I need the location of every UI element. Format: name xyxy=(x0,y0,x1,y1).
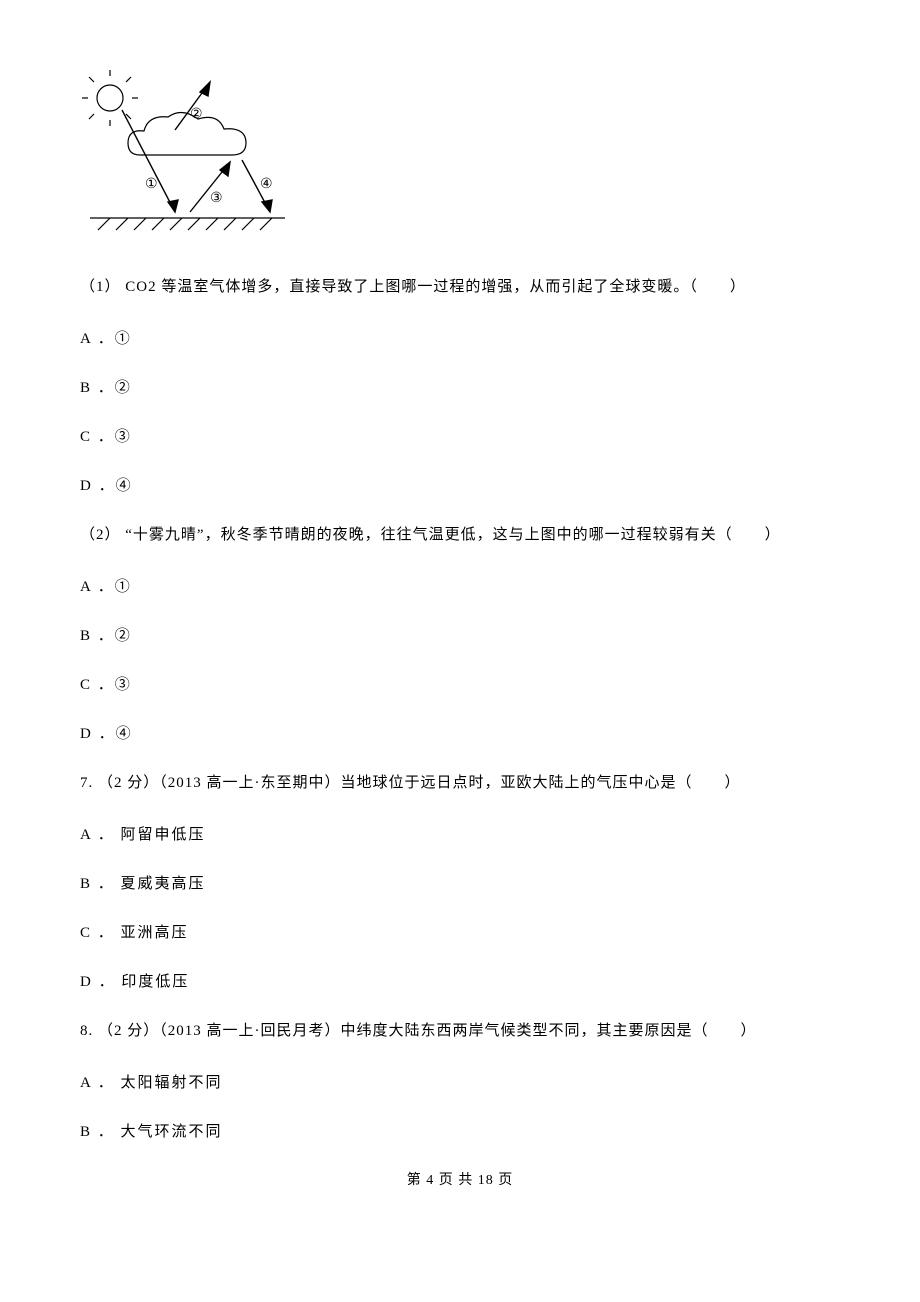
q7-opt-d: D ． 印度低压 xyxy=(80,970,840,991)
page-footer: 第 4 页 共 18 页 xyxy=(80,1169,840,1189)
radiation-diagram: ① ② ③ ④ xyxy=(80,70,840,245)
q1-opt-d: D ．④ xyxy=(80,474,840,495)
q2-opt-d: D ．④ xyxy=(80,722,840,743)
q1-opt-b: B ．② xyxy=(80,376,840,397)
q2-opt-b: B ．② xyxy=(80,624,840,645)
q1-opt-a: A ．① xyxy=(80,327,840,348)
q1-stem: （1） CO2 等温室气体增多，直接导致了上图哪一过程的增强，从而引起了全球变暖… xyxy=(80,275,840,299)
q2-opt-c: C ．③ xyxy=(80,673,840,694)
q8-stem: 8. （2 分）（2013 高一上·回民月考）中纬度大陆东西两岸气候类型不同，其… xyxy=(80,1019,840,1043)
q7-opt-b: B ． 夏威夷高压 xyxy=(80,872,840,893)
svg-text:②: ② xyxy=(190,107,203,122)
svg-text:④: ④ xyxy=(260,177,273,192)
page-content: ① ② ③ ④ （1） CO2 等温室气体增多，直接导致了上图哪一过程的增强，从… xyxy=(0,0,920,1219)
q7-opt-a: A ． 阿留申低压 xyxy=(80,823,840,844)
svg-text:③: ③ xyxy=(210,191,223,206)
q1-opt-c: C ．③ xyxy=(80,425,840,446)
q8-opt-a: A ． 太阳辐射不同 xyxy=(80,1071,840,1092)
q2-stem: （2） “十雾九晴”，秋冬季节晴朗的夜晚，往往气温更低，这与上图中的哪一过程较弱… xyxy=(80,523,840,547)
q8-opt-b: B ． 大气环流不同 xyxy=(80,1120,840,1141)
svg-text:①: ① xyxy=(145,177,158,192)
q7-opt-c: C ． 亚洲高压 xyxy=(80,921,840,942)
q7-stem: 7. （2 分）（2013 高一上·东至期中）当地球位于远日点时，亚欧大陆上的气… xyxy=(80,771,840,795)
q2-opt-a: A ．① xyxy=(80,575,840,596)
